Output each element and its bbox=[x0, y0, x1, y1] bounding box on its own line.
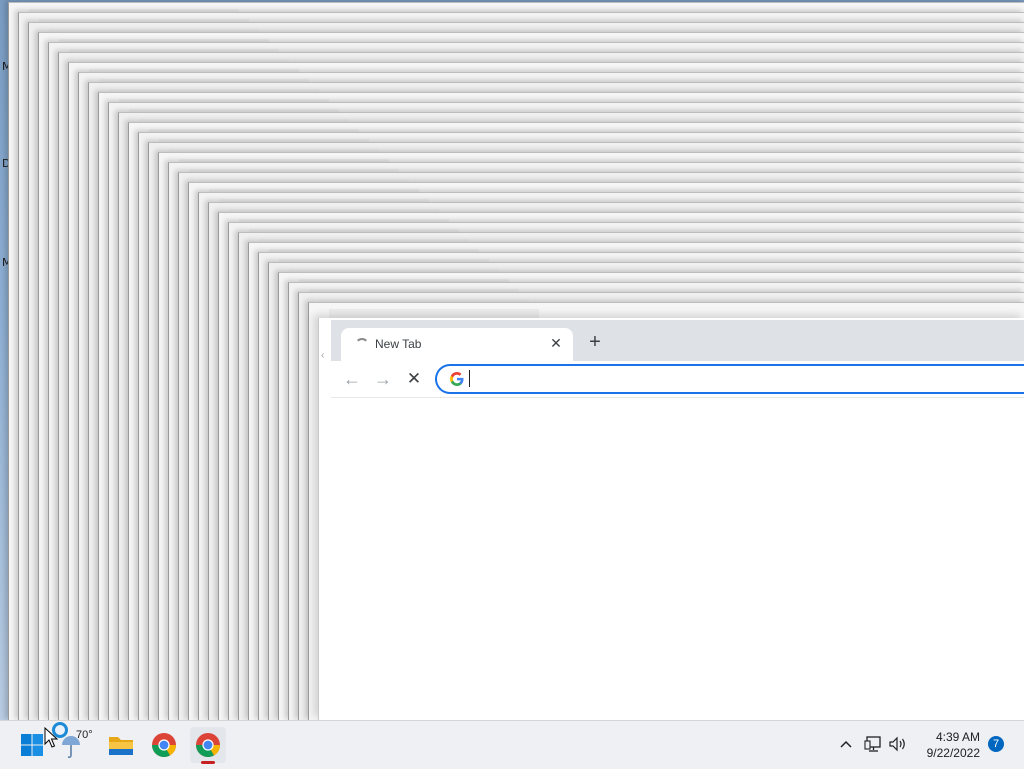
loading-spinner-icon bbox=[355, 338, 369, 352]
google-g-icon bbox=[450, 372, 464, 386]
chrome-taskbar-button[interactable] bbox=[146, 727, 182, 763]
address-bar[interactable] bbox=[435, 364, 1024, 394]
window-edge-arrow-icon: ‹ bbox=[321, 350, 325, 361]
address-input[interactable] bbox=[469, 369, 1021, 388]
chrome-icon bbox=[196, 733, 220, 758]
stop-loading-button[interactable]: ✕ bbox=[401, 367, 427, 391]
mouse-pointer-icon bbox=[44, 727, 58, 748]
browser-window: ‹ New Tab ✕ + ← → ✕ bbox=[318, 318, 1024, 720]
clock-date: 9/22/2022 bbox=[926, 746, 980, 760]
back-button[interactable]: ← bbox=[339, 367, 365, 391]
file-explorer-icon bbox=[109, 737, 133, 755]
tab-new-tab[interactable]: New Tab ✕ bbox=[341, 328, 573, 361]
taskbar: 70° 4:39 AM 9/22/2022 7 bbox=[0, 720, 1024, 769]
new-tab-button[interactable]: + bbox=[583, 331, 607, 355]
active-app-indicator bbox=[201, 761, 215, 764]
notification-badge[interactable]: 7 bbox=[988, 736, 1004, 752]
taskbar-clock[interactable]: 4:39 AM 9/22/2022 bbox=[916, 729, 980, 761]
volume-icon[interactable] bbox=[888, 735, 908, 753]
browser-titlebar: New Tab ✕ + bbox=[331, 320, 1024, 361]
forward-button[interactable]: → bbox=[370, 367, 396, 391]
chevron-up-icon bbox=[840, 740, 852, 748]
clock-time: 4:39 AM bbox=[935, 730, 980, 744]
text-caret bbox=[469, 370, 470, 387]
network-icon[interactable] bbox=[864, 735, 882, 753]
page-content bbox=[331, 398, 1024, 720]
chrome-icon bbox=[152, 733, 176, 758]
tab-close-button[interactable]: ✕ bbox=[547, 334, 565, 352]
file-explorer-button[interactable] bbox=[103, 727, 139, 763]
weather-temperature: 70° bbox=[76, 729, 93, 741]
show-hidden-icons-button[interactable] bbox=[836, 734, 856, 754]
browser-toolbar: ← → ✕ bbox=[331, 361, 1024, 398]
tab-title: New Tab bbox=[375, 337, 422, 351]
chrome-active-taskbar-button[interactable] bbox=[190, 727, 226, 764]
